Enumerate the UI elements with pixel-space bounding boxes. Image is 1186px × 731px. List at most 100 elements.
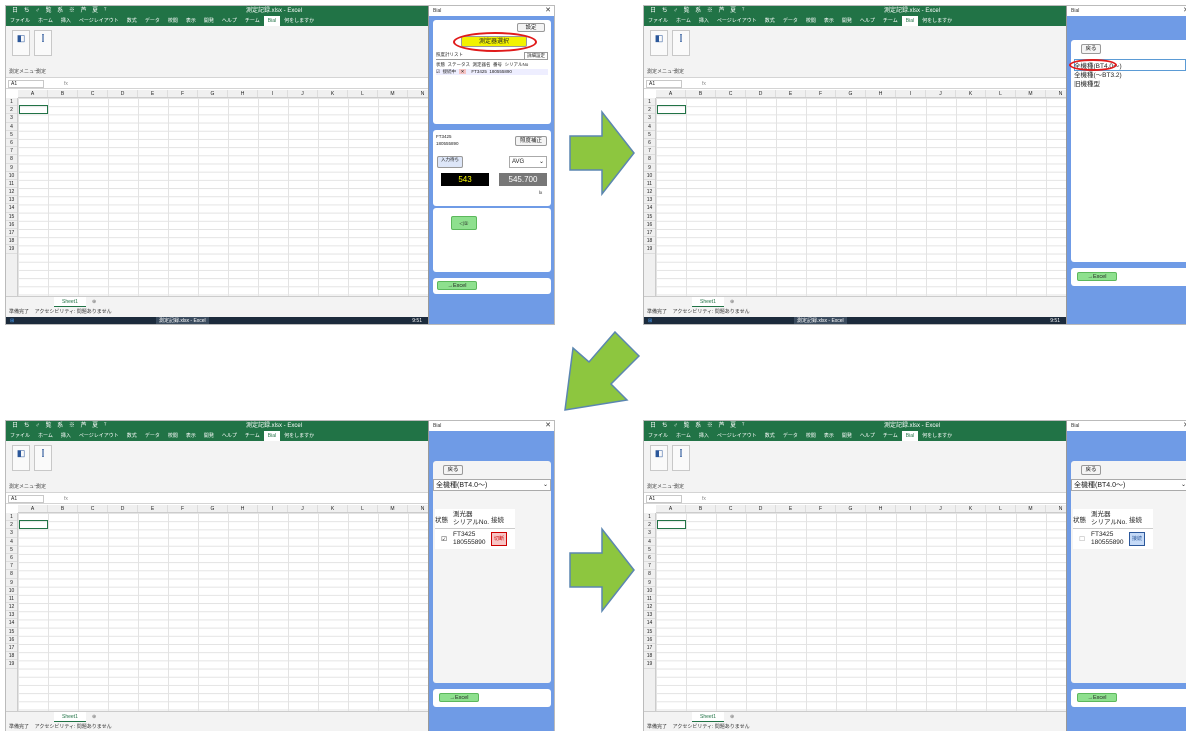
column-header[interactable]: C xyxy=(716,505,746,512)
row-header[interactable]: 13 xyxy=(6,611,17,620)
column-header[interactable]: A xyxy=(18,505,48,512)
column-header[interactable]: B xyxy=(48,90,78,97)
ribbon-tab[interactable]: データ xyxy=(779,431,802,441)
column-header[interactable]: D xyxy=(108,90,138,97)
column-header[interactable]: C xyxy=(78,90,108,97)
type-dropdown[interactable]: 全機種(BT4.0〜) ⌄ xyxy=(433,479,551,491)
taskbar-excel[interactable]: 測定記録.xlsx - Excel xyxy=(794,317,847,324)
row-header[interactable]: 6 xyxy=(644,139,655,148)
column-header[interactable]: I xyxy=(258,90,288,97)
row-header[interactable]: 15 xyxy=(644,628,655,636)
tell-me-search[interactable]: 何をしますか xyxy=(280,431,318,441)
measure-menu-icon[interactable]: ◧ xyxy=(12,30,30,56)
row-header[interactable]: 2 xyxy=(6,106,17,115)
column-header[interactable]: H xyxy=(228,505,258,512)
tell-me-search[interactable]: 何をしますか xyxy=(280,16,318,26)
column-header[interactable]: I xyxy=(258,505,288,512)
row-header[interactable]: 10 xyxy=(644,587,655,595)
connect-button[interactable]: 接続 xyxy=(1129,532,1145,546)
cell-grid[interactable] xyxy=(656,98,1066,296)
column-header[interactable]: H xyxy=(228,90,258,97)
ribbon-tab[interactable]: 開発 xyxy=(838,431,856,441)
column-header[interactable]: J xyxy=(926,90,956,97)
row-header[interactable]: 11 xyxy=(6,180,17,189)
ribbon-tab[interactable]: Bial xyxy=(263,16,281,26)
row-header[interactable]: 17 xyxy=(6,644,17,653)
sheet-tab[interactable]: Sheet1 xyxy=(54,297,86,307)
column-header[interactable]: L xyxy=(348,505,378,512)
row-header[interactable]: 15 xyxy=(644,213,655,221)
ribbon-tab[interactable]: ホーム xyxy=(34,431,57,441)
tell-me-search[interactable]: 何をしますか xyxy=(918,431,956,441)
input-wait-button[interactable]: 入力待ち xyxy=(437,156,463,168)
column-header[interactable]: E xyxy=(138,90,168,97)
ribbon-tab[interactable]: データ xyxy=(141,16,164,26)
column-header[interactable]: D xyxy=(746,90,776,97)
row-header[interactable]: 6 xyxy=(644,554,655,563)
ribbon-tab[interactable]: ページレイアウト xyxy=(75,431,123,441)
ribbon-tab[interactable]: チーム xyxy=(241,16,264,26)
row-header[interactable]: 14 xyxy=(6,619,17,628)
ribbon-tab[interactable]: 開発 xyxy=(200,16,218,26)
row-header[interactable]: 18 xyxy=(6,652,17,661)
row-header[interactable]: 5 xyxy=(6,546,17,554)
name-box[interactable]: A1 xyxy=(646,495,682,503)
column-header[interactable]: I xyxy=(896,90,926,97)
ribbon-tab[interactable]: ファイル xyxy=(644,431,672,441)
column-header[interactable]: A xyxy=(18,90,48,97)
mode-select[interactable]: AVG ⌄ xyxy=(509,156,547,168)
column-header[interactable]: J xyxy=(926,505,956,512)
row-header[interactable]: 14 xyxy=(6,204,17,213)
row-header[interactable]: 5 xyxy=(644,546,655,554)
tab-device-list[interactable]: 照度計リスト xyxy=(436,52,463,58)
row-header[interactable]: 17 xyxy=(6,229,17,238)
row-header[interactable]: 12 xyxy=(644,603,655,612)
column-header[interactable]: B xyxy=(686,90,716,97)
cell-grid[interactable] xyxy=(656,513,1066,711)
quick-access-toolbar[interactable]: 日 ち ♂ 覧 系 ※ 芦 夏 ᵀ xyxy=(12,6,108,16)
column-header[interactable]: F xyxy=(168,90,198,97)
close-icon[interactable]: ✕ xyxy=(545,6,551,16)
back-button[interactable]: 戻る xyxy=(1081,44,1101,54)
row-header[interactable]: 3 xyxy=(6,529,17,538)
column-header[interactable]: C xyxy=(716,90,746,97)
measure-menu-icon[interactable]: ◧ xyxy=(650,30,668,56)
close-icon[interactable]: ✕ xyxy=(545,421,551,431)
ribbon-tab[interactable]: 挿入 xyxy=(695,16,713,26)
measure-menu-icon[interactable]: ◧ xyxy=(650,445,668,471)
row-header[interactable]: 7 xyxy=(6,562,17,571)
row-header[interactable]: 18 xyxy=(644,237,655,246)
ribbon-tab[interactable]: 表示 xyxy=(820,16,838,26)
selected-cell[interactable] xyxy=(19,105,48,114)
ribbon-tab[interactable]: 開発 xyxy=(838,16,856,26)
column-header[interactable]: B xyxy=(686,505,716,512)
column-header[interactable]: A xyxy=(656,505,686,512)
row-header[interactable]: 12 xyxy=(6,188,17,197)
row-header[interactable]: 17 xyxy=(644,229,655,238)
ribbon-tab[interactable]: ファイル xyxy=(644,16,672,26)
option-bt32[interactable]: 全機種(〜BT3.2) xyxy=(1074,71,1122,80)
ribbon-tab[interactable]: 校閲 xyxy=(802,431,820,441)
row-header[interactable]: 8 xyxy=(644,155,655,164)
column-header[interactable]: D xyxy=(108,505,138,512)
row-header[interactable]: 3 xyxy=(6,114,17,123)
column-header[interactable]: F xyxy=(806,90,836,97)
column-header[interactable]: E xyxy=(776,90,806,97)
column-header[interactable]: N xyxy=(1046,90,1066,97)
ribbon-tab[interactable]: 挿入 xyxy=(695,431,713,441)
ribbon-tab[interactable]: ホーム xyxy=(672,431,695,441)
row-header[interactable]: 8 xyxy=(6,155,17,164)
row-header[interactable]: 12 xyxy=(644,188,655,197)
ribbon-tab[interactable]: 数式 xyxy=(761,16,779,26)
row-header[interactable]: 13 xyxy=(6,196,17,205)
ribbon-tab[interactable]: ヘルプ xyxy=(218,431,241,441)
column-header[interactable]: N xyxy=(1046,505,1066,512)
column-header[interactable]: M xyxy=(378,505,408,512)
column-header[interactable]: E xyxy=(776,505,806,512)
quick-access-toolbar[interactable]: 日 ち ♂ 覧 系 ※ 芦 夏 ᵀ xyxy=(650,6,746,16)
excel-export-button[interactable]: →Excel xyxy=(1077,693,1117,702)
ribbon-tab[interactable]: チーム xyxy=(879,431,902,441)
column-header[interactable]: L xyxy=(986,505,1016,512)
row-header[interactable]: 16 xyxy=(644,636,655,644)
row-header[interactable]: 2 xyxy=(6,521,17,530)
